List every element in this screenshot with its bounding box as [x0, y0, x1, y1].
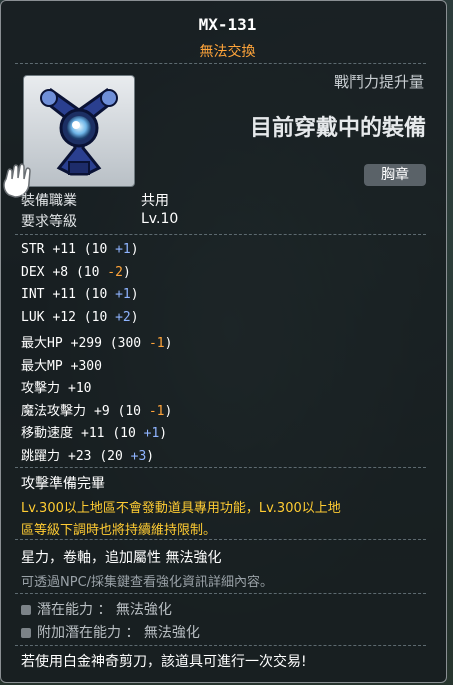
stat-base: (20: [91, 448, 131, 464]
stat-bonus: +3: [130, 448, 147, 464]
stat-value: +11: [52, 287, 76, 302]
stat-close: ): [130, 309, 139, 325]
enhance-status: 星力，卷軸，追加屬性 無法強化: [21, 550, 222, 566]
stat-bonus: +1: [143, 426, 160, 441]
stat-bonus: +1: [115, 287, 131, 302]
divider: [15, 539, 426, 541]
stat-value: +9: [94, 403, 110, 419]
badge-item-icon: [40, 87, 118, 176]
stat-row: INT +11 (10 +1): [21, 287, 139, 302]
stat-bonus: -1: [148, 403, 165, 419]
stat-close: ): [146, 448, 155, 464]
level-restriction-note: 區等級下調時也將持續維持限制。: [21, 523, 217, 538]
stat-value: +299: [70, 336, 102, 351]
stat-label: STR: [21, 242, 45, 257]
item-icon-frame: [23, 75, 135, 187]
stat-close: ): [130, 287, 139, 302]
stat-bonus: -2: [107, 264, 123, 280]
potential-label: 潛在能力 ： 無法強化: [37, 602, 172, 618]
stat-close: ): [130, 242, 139, 257]
enhance-hint: 可透過NPC/採集鍵查看強化資訊詳細內容。: [21, 575, 274, 590]
stat-close: ): [159, 426, 168, 441]
scissors-note: 若使用白金神奇剪刀，該道具可進行一次交易!: [21, 654, 307, 670]
level-restriction-note: Lv.300以上地區不會發動道具專用功能，Lv.300以上地: [21, 501, 341, 516]
stat-value: +300: [70, 358, 102, 374]
stat-base: (10: [104, 426, 144, 441]
stat-close: ): [122, 264, 131, 280]
stat-row: STR +11 (10 +1): [21, 242, 139, 257]
stat-label: INT: [21, 287, 45, 302]
stat-base: (300: [101, 336, 149, 351]
stat-row: 最大MP +300: [21, 355, 102, 374]
stat-value: +11: [81, 426, 105, 441]
stat-value: +23: [68, 448, 92, 464]
stat-value: +11: [52, 242, 76, 257]
combat-power-label: 戰鬥力提升量: [333, 73, 424, 91]
potential-row: 潛在能力 ： 無法強化: [21, 599, 172, 619]
stat-base: (10: [75, 309, 116, 325]
stat-row: DEX +8 (10 -2): [21, 265, 131, 280]
stat-bonus: +2: [115, 309, 131, 325]
trade-status: 無法交換: [199, 44, 256, 60]
stat-row: 攻擊力 +10: [21, 377, 92, 396]
stat-label: 攻擊力: [21, 381, 61, 396]
potential-icon: [21, 605, 31, 615]
requirement-label: 裝備職業: [21, 193, 77, 209]
divider: [15, 645, 426, 647]
stat-row: 跳躍力 +23 (20 +3): [21, 445, 154, 464]
stat-label: 最大MP: [21, 358, 63, 374]
divider: [15, 593, 426, 595]
stat-base: (10: [75, 287, 116, 302]
item-tooltip: MX-131 無法交換 戰鬥力提升量 目前穿戴中的裝備 胸章 裝備職業 共用 要…: [0, 0, 447, 683]
requirement-value: 共用: [141, 193, 169, 209]
stat-value: +8: [52, 264, 69, 280]
stat-value: +12: [52, 309, 76, 325]
description-header: 攻擊準備完畢: [21, 476, 105, 492]
stat-label: 跳躍力: [21, 448, 61, 464]
stat-base: (10: [68, 264, 108, 280]
stat-label: LUK: [21, 309, 45, 325]
potential-icon: [21, 628, 31, 638]
stat-close: ): [164, 336, 173, 351]
stat-base: (10: [75, 242, 116, 257]
item-name: MX-131: [198, 15, 257, 34]
stat-value: +10: [68, 381, 92, 396]
stat-base: (10: [109, 403, 149, 419]
divider: [15, 63, 426, 65]
slot-badge: 胸章: [364, 164, 426, 186]
stat-row: 移動速度 +11 (10 +1): [21, 422, 167, 441]
equipped-label: 目前穿戴中的裝備: [249, 116, 426, 141]
divider: [15, 467, 426, 469]
stat-row: 魔法攻擊力 +9 (10 -1): [21, 400, 172, 419]
additional-potential-row: 附加潛在能力 ： 無法強化: [21, 622, 200, 642]
divider: [15, 234, 426, 236]
stat-label: 魔法攻擊力: [21, 403, 87, 419]
stat-label: DEX: [21, 264, 45, 280]
additional-potential-label: 附加潛在能力 ： 無法強化: [37, 625, 200, 641]
requirement-label: 要求等級: [21, 214, 77, 230]
stat-row: LUK +12 (10 +2): [21, 310, 139, 325]
stat-label: 移動速度: [21, 426, 74, 441]
stat-row: 最大HP +299 (300 -1): [21, 332, 172, 351]
stat-label: 最大HP: [21, 336, 63, 351]
requirement-value: Lv.10: [141, 211, 179, 227]
stat-bonus: -1: [148, 336, 165, 351]
stat-bonus: +1: [115, 242, 131, 257]
stat-close: ): [164, 403, 173, 419]
